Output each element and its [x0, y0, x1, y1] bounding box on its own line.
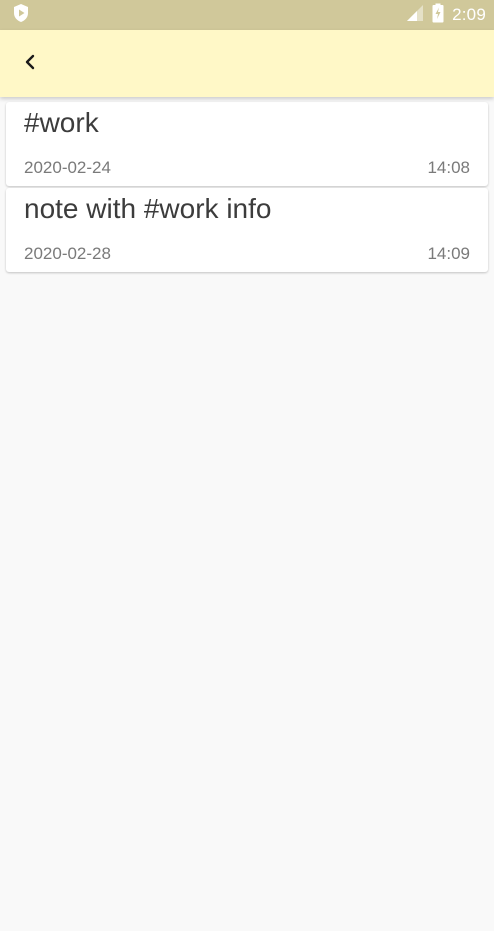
note-date: 2020-02-28 — [24, 244, 111, 263]
note-card[interactable]: note with #work info 2020-02-28 14:09 — [6, 188, 488, 272]
shield-play-icon — [12, 3, 30, 28]
status-bar: 2:09 — [0, 0, 494, 30]
signal-icon — [406, 4, 424, 27]
app-bar — [0, 30, 494, 97]
note-date: 2020-02-24 — [24, 158, 111, 177]
status-time: 2:09 — [452, 5, 486, 24]
status-right: 2:09 — [406, 3, 486, 28]
note-list: #work 2020-02-24 14:08 note with #work i… — [6, 102, 488, 274]
note-title: #work — [24, 107, 99, 138]
note-time: 14:08 — [427, 158, 470, 177]
status-left — [12, 3, 30, 28]
battery-charging-icon — [432, 3, 444, 28]
back-button[interactable] — [14, 48, 46, 80]
note-card[interactable]: #work 2020-02-24 14:08 — [6, 102, 488, 186]
note-time: 14:09 — [427, 244, 470, 263]
note-title: note with #work info — [24, 193, 272, 224]
chevron-left-icon — [23, 53, 37, 76]
